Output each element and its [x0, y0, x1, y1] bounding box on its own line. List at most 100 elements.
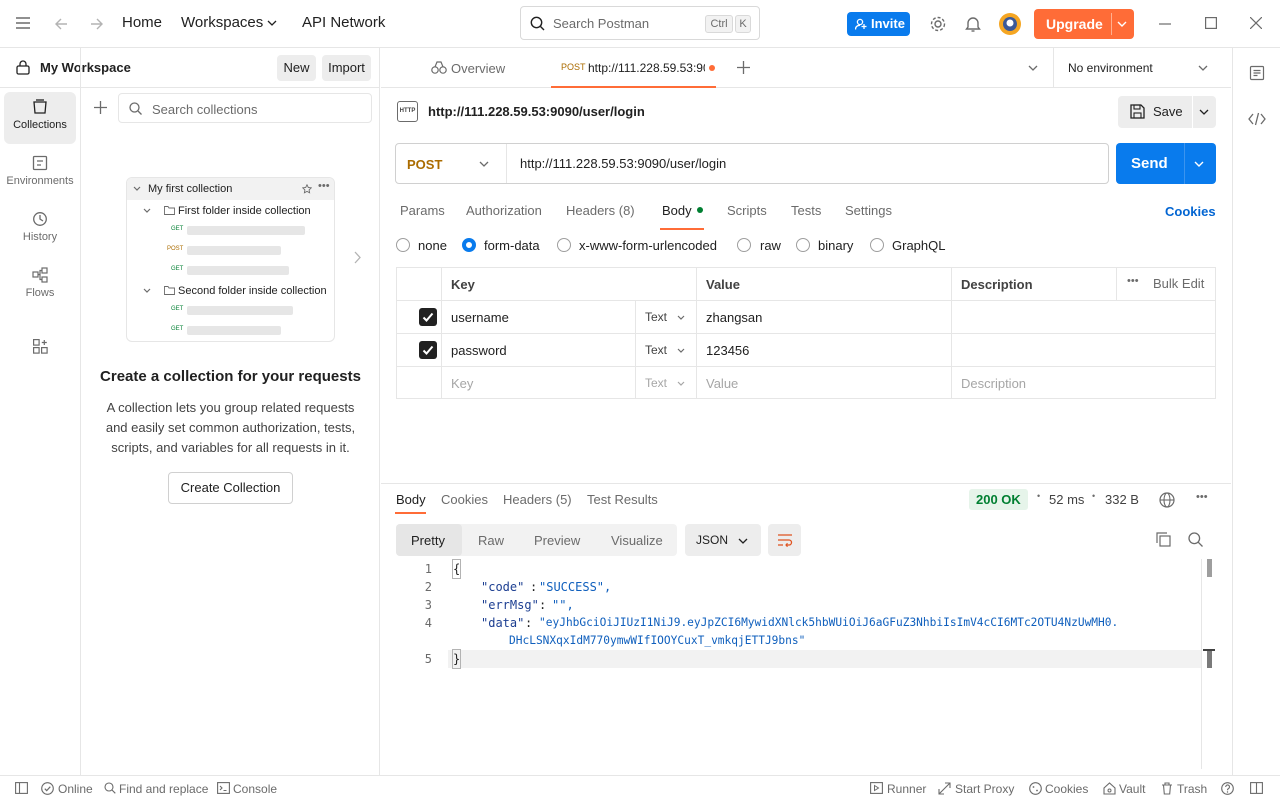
status-runner[interactable]: Runner — [887, 782, 926, 796]
api-network-link[interactable]: API Network — [302, 14, 385, 31]
environment-select[interactable]: No environment — [1068, 61, 1153, 75]
url-input[interactable]: http://111.228.59.53:9090/user/login — [520, 156, 726, 171]
new-row-description[interactable]: Description — [961, 376, 1026, 391]
view-visualize[interactable]: Visualize — [611, 533, 663, 548]
wrap-lines-button[interactable] — [768, 524, 801, 556]
sidebar-item-flows[interactable]: Flows — [4, 260, 76, 312]
row-type[interactable]: Text — [645, 343, 667, 357]
new-button[interactable]: New — [277, 55, 316, 81]
chevron-down-icon[interactable] — [1117, 21, 1127, 27]
collection-search[interactable]: Search collections — [118, 93, 372, 123]
chevron-down-icon[interactable] — [1198, 65, 1208, 71]
tab-headers[interactable]: Headers (8) — [566, 203, 635, 218]
plus-icon[interactable] — [737, 61, 750, 74]
invite-button[interactable]: Invite — [847, 12, 910, 36]
row-checkbox[interactable] — [419, 341, 437, 359]
view-raw[interactable]: Raw — [478, 533, 504, 548]
bulk-edit-link[interactable]: Bulk Edit — [1153, 276, 1204, 291]
view-pretty[interactable]: Pretty — [411, 533, 445, 548]
sidebar-item-history[interactable]: History — [4, 204, 76, 256]
tab-active-request[interactable]: POST http://111.228.59.53:90 — [551, 48, 716, 88]
response-tab-headers[interactable]: Headers (5) — [503, 492, 572, 507]
close-icon[interactable] — [1250, 17, 1262, 29]
response-tab-body[interactable]: Body — [396, 492, 426, 507]
row-value[interactable]: zhangsan — [706, 310, 762, 325]
sidebar-item-collections[interactable]: Collections — [4, 92, 76, 144]
chevron-down-icon[interactable] — [1028, 65, 1038, 71]
more-icon[interactable]: ••• — [1127, 275, 1139, 287]
save-button[interactable]: Save — [1118, 96, 1216, 128]
documentation-icon[interactable] — [1249, 65, 1265, 81]
forward-arrow-icon[interactable] — [90, 17, 104, 31]
send-button[interactable]: Send — [1116, 143, 1216, 184]
upgrade-button[interactable]: Upgrade — [1034, 9, 1134, 39]
tab-scripts[interactable]: Scripts — [727, 203, 767, 218]
new-row-type[interactable]: Text — [645, 376, 667, 390]
code-icon[interactable] — [1248, 112, 1266, 126]
status-cookies[interactable]: Cookies — [1045, 782, 1088, 796]
menu-icon[interactable] — [16, 17, 30, 29]
status-online[interactable]: Online — [58, 782, 93, 796]
status-find-replace[interactable]: Find and replace — [119, 782, 208, 796]
chevron-down-icon[interactable] — [1194, 161, 1204, 167]
global-search[interactable]: Search Postman Ctrl K — [520, 6, 760, 40]
row-checkbox[interactable] — [419, 308, 437, 326]
tab-params[interactable]: Params — [400, 203, 445, 218]
add-collection-icon[interactable] — [94, 101, 107, 114]
sidebar-item-environments[interactable]: Environments — [4, 148, 76, 200]
radio-none[interactable] — [396, 238, 410, 252]
method-select[interactable]: POST — [407, 157, 442, 172]
chevron-right-icon[interactable] — [354, 251, 361, 264]
bell-icon[interactable] — [965, 15, 981, 33]
status-start-proxy[interactable]: Start Proxy — [955, 782, 1014, 796]
globe-icon[interactable] — [1159, 492, 1175, 508]
minimize-icon[interactable] — [1159, 23, 1171, 25]
radio-form-data[interactable] — [462, 238, 476, 252]
back-arrow-icon[interactable] — [54, 17, 68, 31]
scrollbar-thumb[interactable] — [1207, 559, 1212, 577]
avatar[interactable] — [998, 12, 1022, 36]
chevron-down-icon[interactable] — [677, 381, 685, 386]
row-key[interactable]: username — [451, 310, 509, 325]
tab-overview[interactable]: Overview — [451, 61, 505, 76]
row-key[interactable]: password — [451, 343, 507, 358]
new-row-key[interactable]: Key — [451, 376, 473, 391]
tab-tests[interactable]: Tests — [791, 203, 821, 218]
row-value[interactable]: 123456 — [706, 343, 749, 358]
chevron-down-icon[interactable] — [267, 20, 277, 26]
chevron-down-icon[interactable] — [677, 348, 685, 353]
sidebar-toggle-icon[interactable] — [15, 782, 28, 794]
layout-icon[interactable] — [1250, 782, 1263, 794]
format-select[interactable]: JSON — [685, 524, 761, 556]
response-tab-test-results[interactable]: Test Results — [587, 492, 658, 507]
row-type[interactable]: Text — [645, 310, 667, 324]
more-icon[interactable]: ••• — [1196, 491, 1208, 503]
cookies-link[interactable]: Cookies — [1165, 204, 1216, 219]
home-link[interactable]: Home — [122, 14, 162, 31]
tab-authorization[interactable]: Authorization — [466, 203, 542, 218]
maximize-icon[interactable] — [1205, 17, 1217, 29]
tab-settings[interactable]: Settings — [845, 203, 892, 218]
chevron-down-icon[interactable] — [1199, 109, 1209, 115]
status-vault[interactable]: Vault — [1119, 782, 1145, 796]
workspaces-menu[interactable]: Workspaces — [181, 14, 263, 31]
gear-icon[interactable] — [929, 15, 947, 33]
import-button[interactable]: Import — [322, 55, 371, 81]
apps-grid-icon[interactable] — [33, 339, 48, 354]
view-preview[interactable]: Preview — [534, 533, 580, 548]
radio-urlencoded[interactable] — [557, 238, 571, 252]
response-tab-cookies[interactable]: Cookies — [441, 492, 488, 507]
search-icon[interactable] — [1188, 532, 1203, 547]
new-row-value[interactable]: Value — [706, 376, 738, 391]
tab-body[interactable]: Body — [662, 203, 692, 218]
request-title[interactable]: http://111.228.59.53:9090/user/login — [428, 104, 645, 119]
chevron-down-icon[interactable] — [677, 315, 685, 320]
radio-graphql[interactable] — [870, 238, 884, 252]
radio-raw[interactable] — [737, 238, 751, 252]
create-collection-button[interactable]: Create Collection — [168, 472, 293, 504]
help-icon[interactable] — [1221, 782, 1234, 795]
status-trash[interactable]: Trash — [1177, 782, 1207, 796]
radio-binary[interactable] — [796, 238, 810, 252]
status-console[interactable]: Console — [233, 782, 277, 796]
copy-icon[interactable] — [1156, 532, 1171, 547]
